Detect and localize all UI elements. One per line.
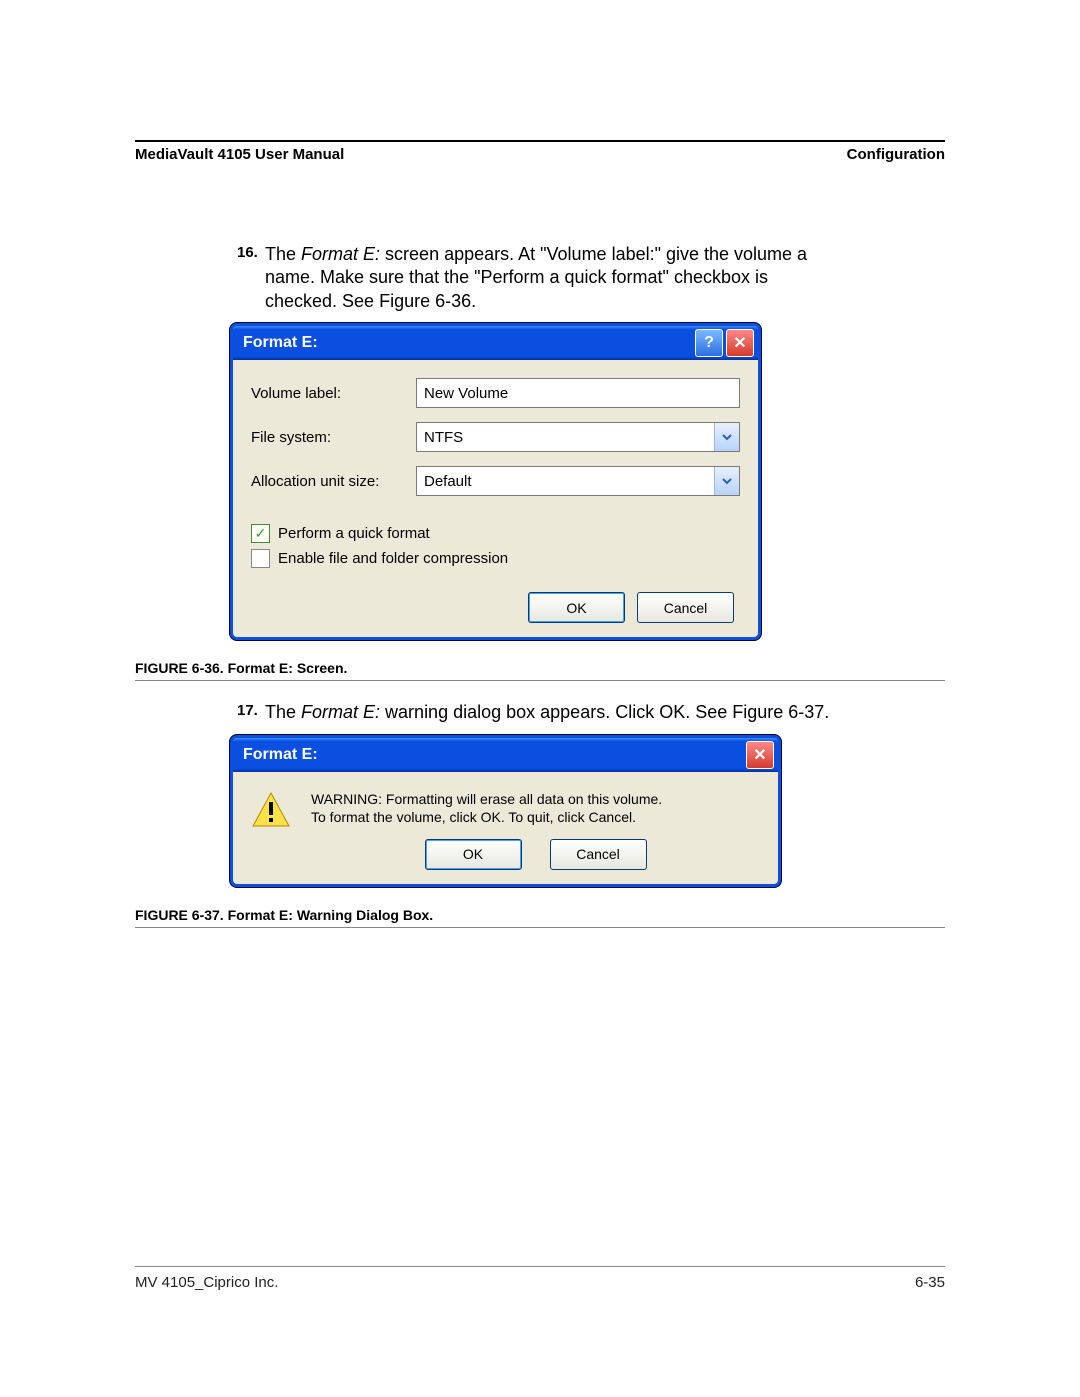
file-system-select[interactable]: NTFS	[416, 422, 740, 452]
step-17: 17. The Format E: warning dialog box app…	[265, 701, 905, 724]
warning-dialog: Format E: ✕ WARNING: Formatting will era…	[230, 735, 781, 888]
allocation-size-select[interactable]: Default	[416, 466, 740, 496]
step-16-line3: checked. See Figure 6-36.	[265, 291, 476, 311]
step-16-line1a: The	[265, 244, 301, 264]
quick-format-checkbox[interactable]: ✓	[251, 524, 270, 543]
step-17-a: The	[265, 702, 301, 722]
step-17-number: 17.	[237, 701, 258, 721]
file-system-label: File system:	[251, 429, 416, 446]
footer-right: 6-35	[915, 1274, 945, 1291]
step-16: 16. The Format E: screen appears. At "Vo…	[265, 243, 905, 313]
warning-line1: WARNING: Formatting will erase all data …	[311, 790, 760, 809]
cancel-button[interactable]: Cancel	[550, 839, 647, 870]
step-16-line2: name. Make sure that the "Perform a quic…	[265, 267, 768, 287]
format-dialog: Format E: ? ✕ Volume label: New Volume F…	[230, 323, 761, 640]
figure-rule	[135, 680, 945, 681]
cancel-button[interactable]: Cancel	[637, 592, 734, 623]
figure-6-37-prefix: FIGURE 6-37.	[135, 907, 224, 923]
quick-format-row[interactable]: ✓ Perform a quick format	[251, 524, 740, 543]
close-icon[interactable]: ✕	[726, 329, 754, 357]
footer-left: MV 4105_Ciprico Inc.	[135, 1274, 278, 1291]
warning-line2: To format the volume, click OK. To quit,…	[311, 808, 760, 827]
allocation-size-label: Allocation unit size:	[251, 473, 416, 490]
step-17-d: OK	[659, 702, 685, 722]
figure-6-36-text: Format E: Screen.	[224, 660, 348, 676]
format-dialog-titlebar[interactable]: Format E: ? ✕	[233, 326, 758, 360]
ok-button[interactable]: OK	[528, 592, 625, 623]
warning-text: WARNING: Formatting will erase all data …	[311, 790, 760, 871]
figure-6-37-caption: FIGURE 6-37. Format E: Warning Dialog Bo…	[135, 907, 945, 923]
ok-button[interactable]: OK	[425, 839, 522, 870]
chevron-down-icon[interactable]	[714, 467, 739, 495]
page-footer: MV 4105_Ciprico Inc. 6-35	[135, 1274, 945, 1291]
warning-icon	[251, 790, 291, 830]
figure-6-36-caption: FIGURE 6-36. Format E: Screen.	[135, 660, 945, 676]
step-16-line1c: screen appears. At "Volume label:" give …	[380, 244, 807, 264]
warning-dialog-titlebar[interactable]: Format E: ✕	[233, 738, 778, 772]
compression-checkbox[interactable]: ✓	[251, 549, 270, 568]
close-icon[interactable]: ✕	[746, 741, 774, 769]
page-header: MediaVault 4105 User Manual Configuratio…	[135, 146, 945, 163]
figure-rule	[135, 927, 945, 928]
warning-dialog-title: Format E:	[243, 746, 318, 764]
figure-6-36-prefix: FIGURE 6-36.	[135, 660, 224, 676]
header-right: Configuration	[847, 146, 945, 163]
step-16-line1b: Format E:	[301, 244, 380, 264]
step-17-e: . See Figure 6-37.	[685, 702, 829, 722]
step-17-c: warning dialog box appears. Click	[380, 702, 659, 722]
figure-6-37-text: Format E: Warning Dialog Box.	[224, 907, 434, 923]
volume-label-input[interactable]: New Volume	[416, 378, 740, 408]
step-16-number: 16.	[237, 243, 258, 263]
help-icon[interactable]: ?	[695, 329, 723, 357]
volume-label-label: Volume label:	[251, 385, 416, 402]
quick-format-label: Perform a quick format	[278, 525, 430, 542]
chevron-down-icon[interactable]	[714, 423, 739, 451]
allocation-size-value: Default	[417, 467, 714, 495]
compression-row[interactable]: ✓ Enable file and folder compression	[251, 549, 740, 568]
step-17-b: Format E:	[301, 702, 380, 722]
footer-rule	[135, 1266, 945, 1267]
compression-label: Enable file and folder compression	[278, 550, 508, 567]
header-rule	[135, 140, 945, 142]
format-dialog-title: Format E:	[243, 334, 318, 352]
header-left: MediaVault 4105 User Manual	[135, 146, 344, 163]
file-system-value: NTFS	[417, 423, 714, 451]
